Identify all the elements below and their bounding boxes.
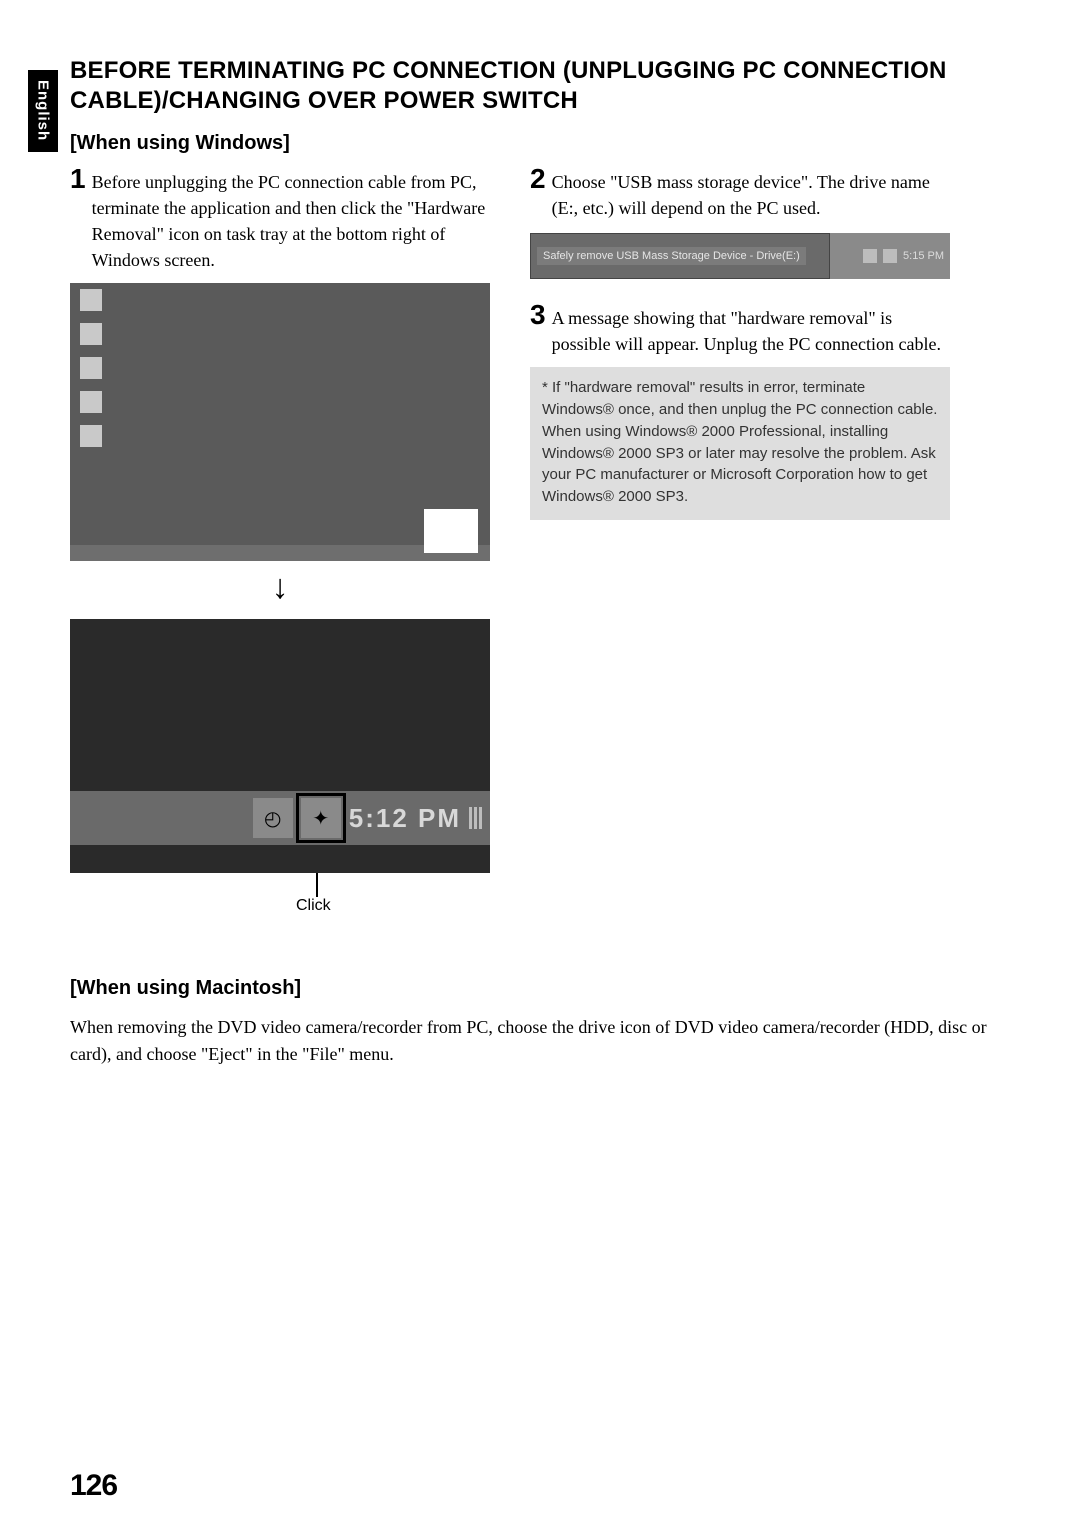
tooltip-clock: 5:15 PM bbox=[903, 250, 944, 262]
tray-clock: 5:12 PM bbox=[349, 803, 461, 834]
mini-tray-icon bbox=[863, 249, 877, 263]
step-number: 3 bbox=[530, 301, 546, 357]
language-tab: English bbox=[28, 70, 58, 152]
page-title: BEFORE TERMINATING PC CONNECTION (UNPLUG… bbox=[70, 56, 1010, 116]
two-column-layout: 1 Before unplugging the PC connection ca… bbox=[70, 169, 1010, 919]
page-number: 126 bbox=[70, 1469, 117, 1503]
windows-section-title: [When using Windows] bbox=[70, 132, 1010, 155]
step-text: A message showing that "hardware removal… bbox=[552, 305, 950, 357]
desktop-icon bbox=[80, 357, 102, 379]
tooltip-tray: 5:15 PM bbox=[830, 233, 950, 279]
task-tray-row: ◴ ✦ 5:12 PM bbox=[70, 791, 490, 845]
desktop-icon bbox=[80, 323, 102, 345]
macintosh-section: [When using Macintosh] When removing the… bbox=[70, 977, 1010, 1068]
desktop-icon bbox=[80, 289, 102, 311]
callout-line bbox=[316, 873, 318, 897]
step-3: 3 A message showing that "hardware remov… bbox=[530, 305, 950, 357]
step-text: Choose "USB mass storage device". The dr… bbox=[552, 169, 950, 221]
desktop-icon bbox=[80, 391, 102, 413]
click-label: Click bbox=[296, 897, 331, 915]
step-2: 2 Choose "USB mass storage device". The … bbox=[530, 169, 950, 221]
right-column: 2 Choose "USB mass storage device". The … bbox=[530, 169, 950, 919]
tooltip-box: Safely remove USB Mass Storage Device - … bbox=[530, 233, 830, 279]
hardware-removal-icon: ✦ bbox=[301, 798, 341, 838]
desktop-screenshot bbox=[70, 283, 490, 561]
step-number: 2 bbox=[530, 165, 546, 221]
mac-section-title: [When using Macintosh] bbox=[70, 977, 1010, 1000]
step-text: Before unplugging the PC connection cabl… bbox=[92, 169, 490, 273]
click-callout: Click bbox=[70, 873, 490, 919]
tray-bars-icon bbox=[469, 807, 482, 829]
tooltip-screenshot: Safely remove USB Mass Storage Device - … bbox=[530, 233, 950, 279]
arrow-down-icon: ↓ bbox=[70, 569, 490, 607]
desktop-icons bbox=[80, 289, 102, 447]
note-box: * If "hardware removal" results in error… bbox=[530, 367, 950, 520]
mac-text: When removing the DVD video camera/recor… bbox=[70, 1014, 1010, 1068]
left-column: 1 Before unplugging the PC connection ca… bbox=[70, 169, 490, 919]
desktop-icon bbox=[80, 425, 102, 447]
tray-highlight-box bbox=[424, 509, 478, 553]
tooltip-text: Safely remove USB Mass Storage Device - … bbox=[537, 247, 806, 265]
tray-icon: ◴ bbox=[253, 798, 293, 838]
page: English BEFORE TERMINATING PC CONNECTION… bbox=[0, 0, 1080, 1535]
step-number: 1 bbox=[70, 165, 86, 273]
step-1: 1 Before unplugging the PC connection ca… bbox=[70, 169, 490, 273]
task-tray-zoom-screenshot: ◴ ✦ 5:12 PM bbox=[70, 619, 490, 873]
mini-tray-icon bbox=[883, 249, 897, 263]
